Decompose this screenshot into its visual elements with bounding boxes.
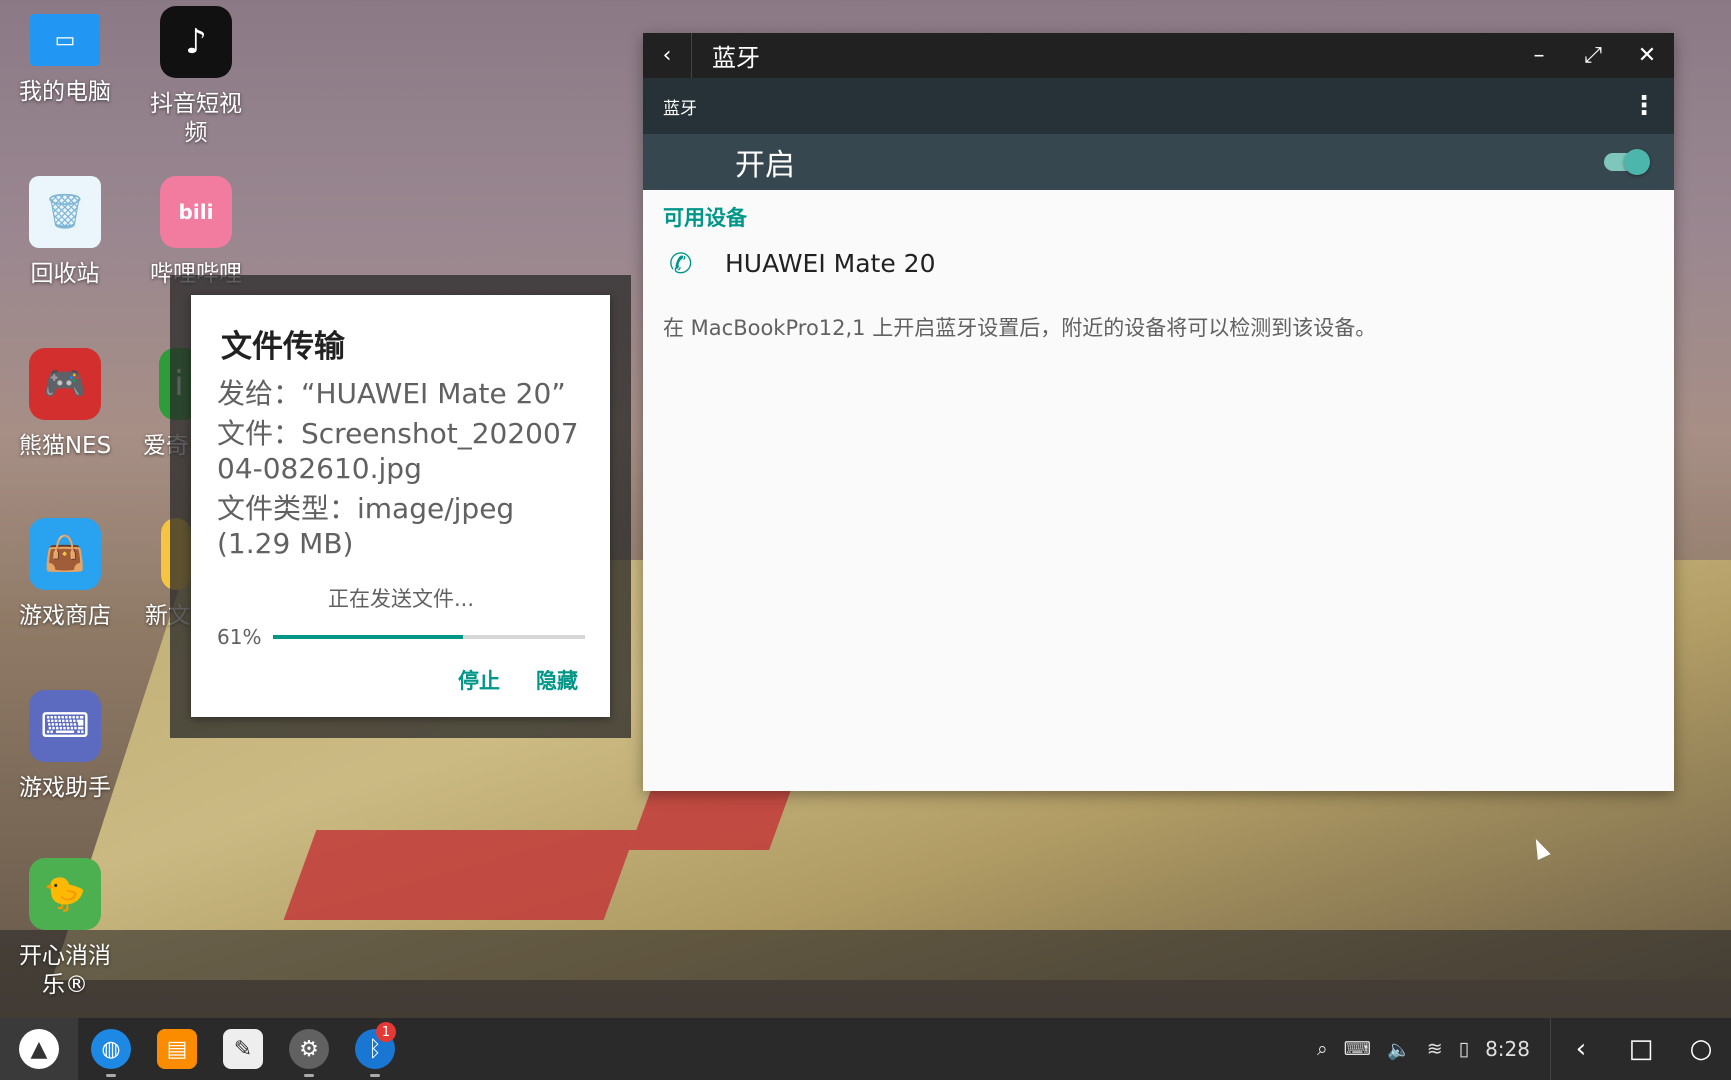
gamepad-icon: 🎮 [29, 348, 101, 420]
shopping-bag-icon: 👜 [29, 518, 101, 590]
stop-button[interactable]: 停止 [458, 665, 500, 695]
desktop-icon-douyin[interactable]: ♪ 抖音短视频 [131, 6, 261, 148]
folder-icon: ▤ [157, 1029, 197, 1069]
taskbar-app-browser[interactable]: ◍ [78, 1018, 144, 1080]
file-transfer-dialog: 文件传输 发给：“HUAWEI Mate 20” 文件：Screenshot_2… [191, 295, 610, 717]
more-vert-icon: ⋮ [1631, 91, 1657, 121]
taskbar-app-bluetooth[interactable]: ᛒ 1 [342, 1018, 408, 1080]
desktop-icon-label: 我的电脑 [19, 79, 111, 105]
desktop-icon-label: 开心消消乐® [19, 943, 111, 998]
nav-back-icon[interactable]: ‹ [1551, 1034, 1611, 1064]
chevron-left-icon: ‹ [662, 43, 672, 68]
desktop-icon-label: 熊猫NES [18, 433, 112, 459]
send-to-text: 发给：“HUAWEI Mate 20” [217, 377, 566, 410]
desktop-icon-label: 回收站 [30, 261, 100, 287]
chick-game-icon: 🐤 [29, 858, 101, 930]
battery-icon[interactable]: ▯ [1459, 1038, 1469, 1060]
switch-label: 开启 [735, 148, 795, 183]
more-options-button[interactable]: ⋮ [1624, 91, 1664, 121]
desktop-icon-happy-elements[interactable]: 🐤 开心消消乐® [0, 858, 130, 1000]
globe-icon: ◍ [91, 1029, 131, 1069]
dialog-buttons: 停止 隐藏 [458, 665, 578, 695]
notification-badge: 1 [376, 1022, 396, 1042]
close-icon: ✕ [1637, 43, 1657, 68]
transfer-info: 发给：“HUAWEI Mate 20” 文件：Screenshot_202007… [217, 376, 587, 561]
dialog-title: 文件传输 [221, 329, 345, 365]
wallpaper-red-area [283, 830, 637, 920]
transfer-status: 正在发送文件... [327, 587, 475, 611]
wifi-icon[interactable]: ≋ [1427, 1038, 1443, 1060]
desktop-icon-game-store[interactable]: 👜 游戏商店 [0, 518, 130, 631]
keyboard-icon: ⌨ [29, 690, 101, 762]
close-button[interactable]: ✕ [1620, 33, 1674, 78]
bluetooth-switch-bar[interactable]: 开启 [643, 134, 1674, 190]
system-tray: ⌕ ⌨ 🔈 ≋ ▯ 8:28 [1309, 1018, 1550, 1080]
running-indicator [370, 1074, 380, 1077]
running-indicator [106, 1074, 116, 1077]
phone-icon: ✆ [669, 246, 693, 280]
search-icon[interactable]: ⌕ [1317, 1038, 1328, 1060]
window-titlebar: ‹ 蓝牙 – ⤢ ✕ [643, 33, 1674, 78]
desktop-icon-label: 抖音短视频 [150, 91, 242, 146]
volume-icon[interactable]: 🔈 [1387, 1038, 1411, 1061]
available-devices-header: 可用设备 [663, 206, 747, 230]
clock[interactable]: 8:28 [1485, 1037, 1530, 1061]
taskbar-app-files[interactable]: ▤ [144, 1018, 210, 1080]
device-name: HUAWEI Mate 20 [725, 248, 936, 278]
device-row[interactable]: ✆ HUAWEI Mate 20 [643, 232, 1674, 294]
navigation-buttons: ‹ □ ○ [1550, 1018, 1731, 1080]
window-title: 蓝牙 [712, 44, 760, 72]
wallpaper-shade [0, 930, 1731, 1018]
taskbar-app-settings[interactable]: ⚙ [276, 1018, 342, 1080]
recycle-bin-icon: 🗑 [29, 176, 101, 248]
desktop-icon-my-computer[interactable]: ▭ 我的电脑 [0, 6, 130, 107]
computer-icon: ▭ [30, 14, 100, 66]
douyin-icon: ♪ [160, 6, 232, 78]
nav-recents-icon[interactable]: □ [1611, 1034, 1671, 1064]
gear-icon: ⚙ [289, 1029, 329, 1069]
file-name-text: 文件：Screenshot_20200704-082610.jpg [217, 417, 579, 485]
edit-icon: ✎ [223, 1029, 263, 1069]
desktop-icon-label: 游戏商店 [19, 603, 111, 629]
desktop-icon-bilibili[interactable]: bili 哔哩哔哩 [131, 176, 261, 289]
minimize-button[interactable]: – [1512, 33, 1566, 78]
toolbar-title: 蓝牙 [663, 98, 697, 119]
desktop-icon-label: 游戏助手 [19, 775, 111, 801]
bluetooth-toggle[interactable] [1604, 149, 1650, 175]
taskbar: ▲ ◍ ▤ ✎ ⚙ ᛒ 1 ⌕ ⌨ 🔈 ≋ ▯ 8:28 ‹ □ ○ [0, 1018, 1731, 1080]
running-indicator [304, 1074, 314, 1077]
maximize-icon: ⤢ [1584, 43, 1602, 68]
app-toolbar: 蓝牙 ⋮ [643, 78, 1674, 134]
desktop-icon-game-assistant[interactable]: ⌨ 游戏助手 [0, 690, 130, 803]
toggle-knob [1624, 149, 1650, 175]
progress-percent: 61% [217, 625, 262, 649]
keyboard-icon[interactable]: ⌨ [1344, 1038, 1371, 1060]
visibility-note: 在 MacBookPro12,1 上开启蓝牙设置后，附近的设备将可以检测到该设备… [663, 316, 1377, 340]
taskbar-app-notes[interactable]: ✎ [210, 1018, 276, 1080]
minimize-icon: – [1533, 43, 1545, 68]
progress-row: 61% [217, 625, 610, 649]
progress-fill [273, 635, 464, 639]
desktop-icon-recycle-bin[interactable]: 🗑 回收站 [0, 176, 130, 289]
maximize-button[interactable]: ⤢ [1566, 33, 1620, 78]
file-type-text: 文件类型：image/jpeg (1.29 MB) [217, 492, 515, 560]
progress-bar [273, 635, 585, 639]
bluetooth-window: ‹ 蓝牙 – ⤢ ✕ 蓝牙 ⋮ 开启 可用设备 ✆ HUAWEI Mate 20… [643, 33, 1674, 791]
bilibili-icon: bili [160, 176, 232, 248]
start-button[interactable]: ▲ [0, 1018, 78, 1080]
start-logo-icon: ▲ [19, 1029, 59, 1069]
nav-home-icon[interactable]: ○ [1671, 1034, 1731, 1064]
desktop-icon-panda-nes[interactable]: 🎮 熊猫NES [0, 348, 130, 461]
back-button[interactable]: ‹ [643, 33, 692, 78]
hide-button[interactable]: 隐藏 [536, 665, 578, 695]
wallpaper-red-area-2 [629, 790, 791, 850]
